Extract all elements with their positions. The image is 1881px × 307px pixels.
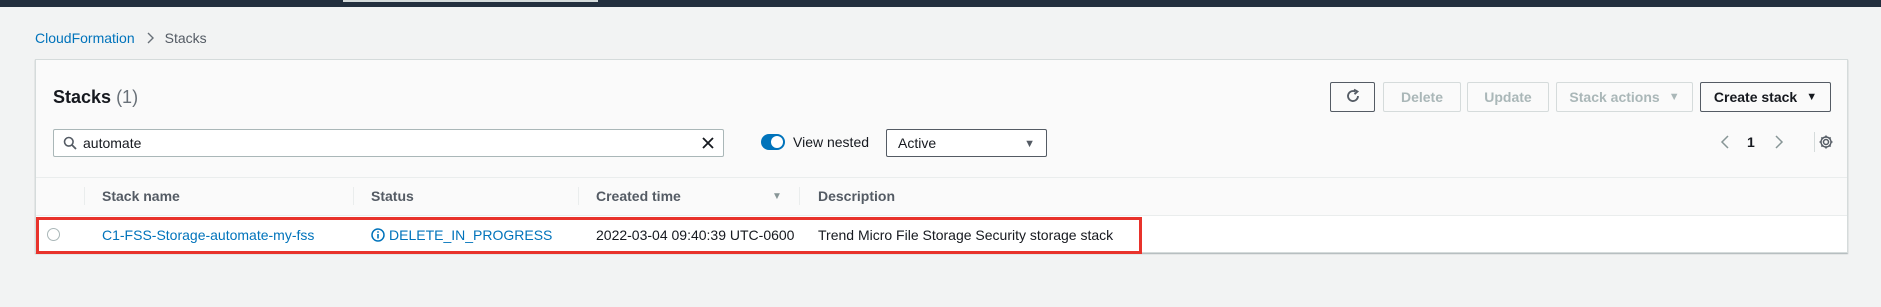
top-navigation-bar xyxy=(0,0,1881,7)
column-created-time[interactable]: Created time xyxy=(596,178,681,214)
created-time-value: 2022-03-04 09:40:39 UTC-0600 xyxy=(596,226,795,243)
column-divider xyxy=(578,187,579,205)
close-icon[interactable] xyxy=(701,136,715,155)
info-icon xyxy=(371,227,385,242)
panel-title-text: Stacks xyxy=(53,87,112,107)
table-header: Stack name Status Created time ▼ Descrip… xyxy=(36,177,1847,213)
status-filter-value: Active xyxy=(898,135,937,151)
pager-divider xyxy=(1814,132,1815,152)
breadcrumb: CloudFormation Stacks xyxy=(35,28,207,48)
breadcrumb-stacks: Stacks xyxy=(164,30,207,46)
toggle-knob xyxy=(771,136,783,148)
caret-down-icon: ▼ xyxy=(1024,138,1035,150)
column-stack-name[interactable]: Stack name xyxy=(102,178,180,214)
column-divider xyxy=(799,187,800,205)
search-icon xyxy=(63,136,77,155)
page-title: Stacks (1) xyxy=(53,87,138,108)
status-filter-select[interactable]: Active ▼ xyxy=(886,129,1047,157)
column-divider xyxy=(353,187,354,205)
update-button[interactable]: Update xyxy=(1467,82,1549,112)
toggle-switch[interactable] xyxy=(761,134,785,150)
next-page-button[interactable] xyxy=(1774,132,1784,152)
chevron-left-icon xyxy=(1720,135,1729,149)
caret-down-icon: ▼ xyxy=(1806,91,1818,103)
chevron-right-icon xyxy=(145,32,155,44)
search-input[interactable] xyxy=(83,133,683,153)
previous-page-button[interactable] xyxy=(1720,132,1730,152)
caret-down-icon: ▼ xyxy=(1668,91,1680,103)
stack-status[interactable]: DELETE_IN_PROGRESS xyxy=(371,216,552,253)
current-page: 1 xyxy=(1747,134,1755,150)
create-stack-button[interactable]: Create stack ▼ xyxy=(1700,82,1831,112)
stack-count: (1) xyxy=(116,87,139,107)
column-divider xyxy=(84,187,85,205)
column-status[interactable]: Status xyxy=(371,178,414,214)
gear-icon[interactable] xyxy=(1818,132,1834,152)
column-description[interactable]: Description xyxy=(818,178,895,214)
table-row[interactable]: C1-FSS-Storage-automate-my-fss DELETE_IN… xyxy=(36,215,1847,252)
view-nested-label: View nested xyxy=(793,134,870,150)
global-search-edge[interactable] xyxy=(343,0,598,2)
description-value: Trend Micro File Storage Security storag… xyxy=(818,226,1114,243)
breadcrumb-cloudformation[interactable]: CloudFormation xyxy=(35,30,135,46)
stacks-panel: Stacks (1) Delete Update Stack actions ▼… xyxy=(35,59,1848,253)
refresh-button[interactable] xyxy=(1330,82,1375,112)
stack-actions-button[interactable]: Stack actions ▼ xyxy=(1556,82,1693,112)
chevron-right-icon xyxy=(1775,135,1784,149)
sort-descending-icon[interactable]: ▼ xyxy=(772,178,782,214)
refresh-icon xyxy=(1345,88,1361,107)
row-select-radio[interactable] xyxy=(47,228,60,241)
stack-name-link[interactable]: C1-FSS-Storage-automate-my-fss xyxy=(102,216,314,253)
page-number[interactable]: 1 xyxy=(1747,132,1755,152)
search-field[interactable] xyxy=(53,129,724,157)
status-text: DELETE_IN_PROGRESS xyxy=(389,226,553,243)
stack-actions-label: Stack actions xyxy=(1569,89,1660,105)
delete-button[interactable]: Delete xyxy=(1383,82,1461,112)
view-nested-toggle[interactable]: View nested xyxy=(725,130,869,154)
create-stack-label: Create stack xyxy=(1713,89,1798,105)
